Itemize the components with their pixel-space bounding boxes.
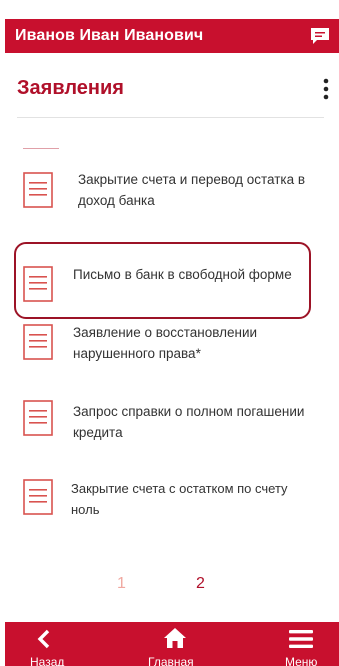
document-label: Заявление о восстановлении нарушенного п… [73, 325, 258, 361]
document-label: Запрос справки о полном погашении кредит… [73, 404, 305, 440]
more-vertical-icon[interactable] [319, 77, 333, 101]
document-label: Закрытие счета и перевод остатка в доход… [78, 172, 306, 208]
pagination: 1 2 [0, 575, 339, 599]
bottom-nav: Назад Главная Меню [5, 622, 339, 666]
page-1-link[interactable]: 1 [117, 575, 126, 593]
hamburger-menu-icon [289, 630, 313, 648]
user-name: Иванов Иван Иванович [15, 27, 204, 44]
document-icon [23, 400, 53, 436]
document-item[interactable]: Закрытие счета и перевод остатка в доход… [0, 168, 339, 228]
document-item[interactable]: Заявление о восстановлении нарушенного п… [0, 322, 339, 376]
home-button[interactable]: Главная [125, 622, 225, 666]
back-label: Назад [30, 655, 65, 666]
menu-label: Меню [285, 655, 318, 666]
back-arrow-icon [37, 629, 50, 649]
document-item[interactable]: Запрос справки о полном погашении кредит… [0, 398, 339, 452]
document-icon [23, 324, 53, 360]
document-icon [23, 479, 53, 515]
header-divider [17, 117, 324, 118]
document-item[interactable]: Закрытие счета с остатком по счету ноль [0, 477, 339, 531]
document-icon [23, 266, 53, 302]
app-screen: Иванов Иван Иванович Заявления Закрытие … [0, 0, 339, 666]
home-icon [164, 628, 186, 648]
back-button[interactable]: Назад [5, 622, 95, 666]
home-label: Главная [148, 655, 194, 666]
top-bar: Иванов Иван Иванович [5, 19, 339, 53]
chat-icon[interactable] [310, 27, 330, 45]
document-item[interactable]: Письмо в банк в свободной форме [0, 262, 339, 308]
document-icon [23, 172, 53, 208]
list-divider [23, 148, 59, 149]
document-label: Письмо в банк в свободной форме [73, 267, 292, 282]
page-header: Заявления [0, 53, 339, 118]
page-title: Заявления [17, 77, 124, 99]
document-label: Закрытие счета с остатком по счету ноль [71, 481, 288, 517]
menu-button[interactable]: Меню [265, 622, 339, 666]
page-2-link[interactable]: 2 [196, 575, 205, 593]
